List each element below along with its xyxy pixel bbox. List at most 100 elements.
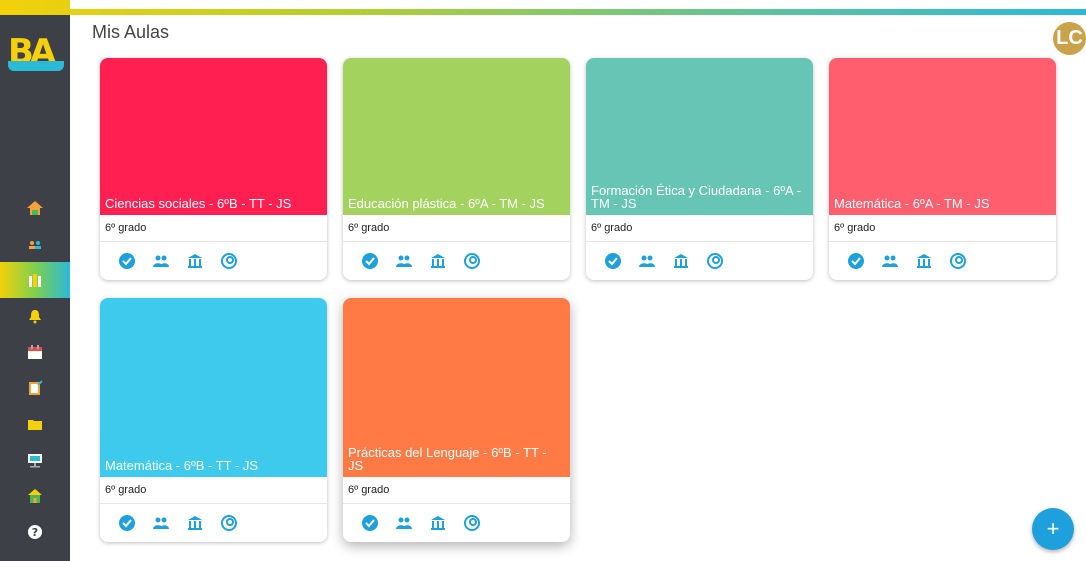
check-circle-icon <box>848 253 864 269</box>
class-card[interactable]: Matemática - 6ºA - TM - JS 6º grado <box>829 58 1056 280</box>
external-platform-button[interactable] <box>705 251 725 271</box>
card-title: Formación Ética y Ciudadana - 6ºA - TM -… <box>591 183 801 211</box>
members-button[interactable] <box>394 513 414 533</box>
bell-icon <box>29 310 41 324</box>
members-button[interactable] <box>151 513 171 533</box>
external-platform-button[interactable] <box>219 251 239 271</box>
card-title: Matemática - 6ºA - TM - JS <box>834 196 990 211</box>
page-title: Mis Aulas <box>92 22 170 42</box>
card-banner[interactable]: Formación Ética y Ciudadana - 6ºA - TM -… <box>586 58 813 215</box>
card-banner[interactable]: Prácticas del Lenguaje - 6ºB - TT - JS <box>343 298 570 477</box>
institution-icon <box>431 254 445 268</box>
card-grade: 6º grado <box>829 215 1056 242</box>
card-actions <box>343 504 570 542</box>
institution-icon <box>917 254 931 268</box>
check-button[interactable] <box>846 251 866 271</box>
check-button[interactable] <box>360 513 380 533</box>
institution-icon <box>188 516 202 530</box>
institution-icon <box>188 254 202 268</box>
check-circle-icon <box>362 253 378 269</box>
members-button[interactable] <box>637 251 657 271</box>
institution-icon <box>674 254 688 268</box>
institution-icon <box>431 516 445 530</box>
institution-button[interactable] <box>428 513 448 533</box>
ba-logo[interactable]: BA <box>8 33 64 71</box>
card-actions <box>100 242 327 280</box>
external-platform-button[interactable] <box>462 513 482 533</box>
class-card[interactable]: Formación Ética y Ciudadana - 6ºA - TM -… <box>586 58 813 280</box>
card-title: Prácticas del Lenguaje - 6ºB - TT - JS <box>348 445 547 473</box>
check-button[interactable] <box>603 251 623 271</box>
sidebar-item-files[interactable] <box>0 406 70 442</box>
card-banner[interactable]: Matemática - 6ºB - TT - JS <box>100 298 327 477</box>
classroom-icon <box>29 274 41 287</box>
card-actions <box>100 504 327 542</box>
card-title: Ciencias sociales - 6ºB - TT - JS <box>105 196 292 211</box>
card-actions <box>586 242 813 280</box>
external-platform-button[interactable] <box>219 513 239 533</box>
card-grade: 6º grado <box>100 215 327 242</box>
institution-button[interactable] <box>671 251 691 271</box>
top-bar-mask <box>70 0 1086 9</box>
sidebar-item-tasks[interactable] <box>0 370 70 406</box>
spiral-icon <box>464 515 480 531</box>
check-circle-icon <box>119 253 135 269</box>
institution-button[interactable] <box>914 251 934 271</box>
clipboard-icon <box>29 380 43 395</box>
sidebar-item-school[interactable] <box>0 478 70 514</box>
spiral-icon <box>221 253 237 269</box>
sidebar-item-students[interactable] <box>0 226 70 262</box>
help-icon: ? <box>28 525 42 539</box>
sidebar-item-notifications[interactable] <box>0 298 70 334</box>
sidebar-item-help[interactable]: ? <box>0 514 70 550</box>
spiral-icon <box>707 253 723 269</box>
check-button[interactable] <box>117 251 137 271</box>
people-icon <box>153 255 169 267</box>
external-platform-button[interactable] <box>462 251 482 271</box>
check-button[interactable] <box>360 251 380 271</box>
people-icon <box>153 517 169 529</box>
sidebar-item-home[interactable] <box>0 190 70 226</box>
class-card[interactable]: Matemática - 6ºB - TT - JS 6º grado <box>100 298 327 542</box>
institution-button[interactable] <box>428 251 448 271</box>
check-circle-icon <box>362 515 378 531</box>
school-icon <box>28 489 42 503</box>
sidebar-item-training[interactable] <box>0 442 70 478</box>
card-actions <box>829 242 1056 280</box>
check-circle-icon <box>119 515 135 531</box>
people-icon <box>882 255 898 267</box>
calendar-icon <box>28 345 42 359</box>
card-title: Matemática - 6ºB - TT - JS <box>105 458 259 473</box>
card-grade: 6º grado <box>343 477 570 504</box>
class-card[interactable]: Educación plástica - 6ºA - TM - JS 6º gr… <box>343 58 570 280</box>
people-icon <box>396 255 412 267</box>
students-icon <box>29 241 41 249</box>
class-card[interactable]: Ciencias sociales - 6ºB - TT - JS 6º gra… <box>100 58 327 280</box>
card-grade: 6º grado <box>586 215 813 242</box>
check-button[interactable] <box>117 513 137 533</box>
sidebar-item-classrooms[interactable] <box>0 262 70 298</box>
class-card[interactable]: Prácticas del Lenguaje - 6ºB - TT - JS 6… <box>343 298 570 542</box>
folder-icon <box>28 420 42 430</box>
card-grade: 6º grado <box>100 477 327 504</box>
people-icon <box>396 517 412 529</box>
members-button[interactable] <box>394 251 414 271</box>
spiral-icon <box>221 515 237 531</box>
sidebar: BA ? <box>0 15 70 561</box>
institution-button[interactable] <box>185 251 205 271</box>
external-platform-button[interactable] <box>948 251 968 271</box>
members-button[interactable] <box>880 251 900 271</box>
card-banner[interactable]: Educación plástica - 6ºA - TM - JS <box>343 58 570 215</box>
card-title: Educación plástica - 6ºA - TM - JS <box>348 196 545 211</box>
logo-underline <box>8 61 64 71</box>
card-banner[interactable]: Matemática - 6ºA - TM - JS <box>829 58 1056 215</box>
sidebar-item-calendar[interactable] <box>0 334 70 370</box>
user-avatar[interactable]: LC <box>1053 22 1086 55</box>
add-class-button[interactable]: + <box>1032 508 1074 550</box>
people-icon <box>639 255 655 267</box>
members-button[interactable] <box>151 251 171 271</box>
card-banner[interactable]: Ciencias sociales - 6ºB - TT - JS <box>100 58 327 215</box>
check-circle-icon <box>605 253 621 269</box>
spiral-icon <box>950 253 966 269</box>
institution-button[interactable] <box>185 513 205 533</box>
